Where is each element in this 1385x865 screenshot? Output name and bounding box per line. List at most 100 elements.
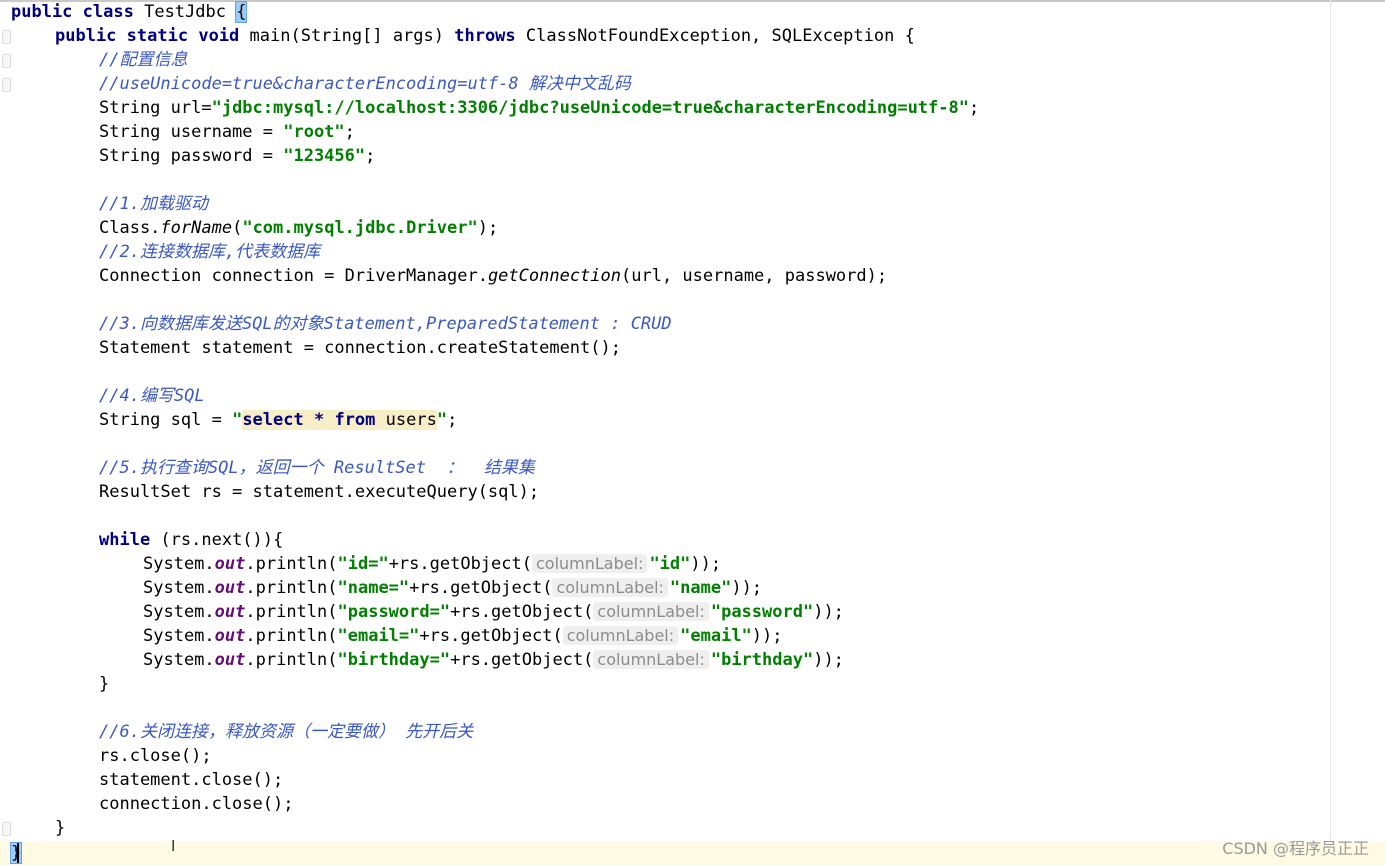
keyword: class <box>82 2 134 22</box>
string-literal: "email=" <box>337 626 420 646</box>
string-literal: "password=" <box>337 602 451 622</box>
code-text: +rs.getObject( <box>450 650 594 670</box>
static-field: out <box>214 626 246 646</box>
method-signature: main(String[] args) <box>239 26 455 46</box>
text-caret <box>17 843 19 863</box>
code-comment: //3.向数据库发送SQL的对象Statement,PreparedStatem… <box>99 314 672 334</box>
code-text: (url, username, password); <box>621 266 888 286</box>
string-literal: "name" <box>669 578 732 598</box>
code-text: (rs.next()){ <box>150 530 284 550</box>
code-line: Class.forName("com.mysql.jdbc.Driver"); <box>99 216 498 240</box>
code-line: Connection connection = DriverManager.ge… <box>99 264 887 288</box>
code-text: ); <box>477 218 499 238</box>
code-text: )); <box>690 554 722 574</box>
class-name: TestJdbc <box>133 2 237 22</box>
code-line: System.out.println("email="+rs.getObject… <box>143 624 783 648</box>
code-text: .println( <box>245 578 338 598</box>
code-line: connection.close(); <box>99 794 294 814</box>
current-line: } <box>0 841 1385 865</box>
fold-marker-icon[interactable] <box>2 78 11 92</box>
mouse-ibeam-cursor-icon: I <box>171 837 176 855</box>
code-text: +rs.getObject( <box>450 602 594 622</box>
code-text: System. <box>143 626 215 646</box>
code-text: Connection connection = DriverManager. <box>99 266 488 286</box>
code-line: rs.close(); <box>99 746 212 766</box>
static-method: getConnection <box>487 266 621 286</box>
code-line: statement.close(); <box>99 770 284 790</box>
code-text: ; <box>447 410 458 430</box>
string-literal: "id" <box>649 554 691 574</box>
code-text: String username = <box>99 122 284 142</box>
static-field: out <box>214 554 246 574</box>
code-text: String url= <box>99 98 212 118</box>
string-literal: "name=" <box>337 578 410 598</box>
code-text: System. <box>143 578 215 598</box>
keyword: public <box>55 26 117 46</box>
static-method: forName <box>160 218 233 238</box>
code-line: while (rs.next()){ <box>99 528 283 552</box>
code-line: String sql = "select * from users"; <box>99 408 457 432</box>
code-text: +rs.getObject( <box>419 626 563 646</box>
watermark: CSDN @程序员正正 <box>1222 839 1369 858</box>
code-line: } <box>55 818 66 838</box>
code-line: Statement statement = connection.createS… <box>99 338 621 358</box>
code-text: System. <box>143 602 215 622</box>
code-line: System.out.println("name="+rs.getObject(… <box>143 576 762 600</box>
code-line: ResultSet rs = statement.executeQuery(sq… <box>99 482 540 502</box>
code-comment: //5.执行查询SQL，返回一个 ResultSet ： 结果集 <box>99 458 535 478</box>
code-text: )); <box>751 626 783 646</box>
string-literal: "email" <box>680 626 752 646</box>
code-text: String sql = <box>99 410 233 430</box>
code-line: System.out.println("id="+rs.getObject(co… <box>143 552 721 576</box>
code-text: .println( <box>245 626 338 646</box>
fold-marker-icon[interactable] <box>2 822 11 836</box>
code-text: +rs.getObject( <box>409 578 553 598</box>
parameter-hint: columnLabel: <box>593 650 709 669</box>
code-line: String username = "root"; <box>99 120 355 144</box>
code-comment: //useUnicode=true&characterEncoding=utf-… <box>99 74 631 94</box>
code-comment: //1.加载驱动 <box>99 194 208 214</box>
code-text: .println( <box>245 650 338 670</box>
fold-marker-icon[interactable] <box>2 54 11 68</box>
fold-marker-icon[interactable] <box>2 30 11 44</box>
code-comment: //配置信息 <box>99 50 188 70</box>
parameter-hint: columnLabel: <box>562 626 679 645</box>
code-text: ; <box>968 98 980 118</box>
code-line: String url="jdbc:mysql://localhost:3306/… <box>99 96 979 120</box>
string-literal: "id=" <box>337 554 389 574</box>
string-literal: "birthday" <box>710 650 814 670</box>
string-literal: "jdbc:mysql://localhost:3306/jdbc?useUni… <box>211 98 969 118</box>
code-comment: //4.编写SQL <box>99 386 205 406</box>
code-text: ; <box>365 146 376 166</box>
sql-text: * <box>303 410 335 430</box>
code-line: public class TestJdbc { <box>11 0 248 24</box>
code-text: System. <box>143 650 215 670</box>
matched-brace: { <box>235 1 248 23</box>
code-text: +rs.getObject( <box>388 554 532 574</box>
code-text: Class. <box>99 218 161 238</box>
string-quote: " <box>436 410 448 430</box>
parameter-hint: columnLabel: <box>531 554 648 573</box>
sql-highlight: select * from users <box>242 410 437 430</box>
keyword: public <box>11 2 73 22</box>
string-literal: "root" <box>283 122 345 142</box>
sql-keyword: select <box>242 410 304 430</box>
static-field: out <box>214 578 246 598</box>
code-line: System.out.println("birthday="+rs.getObj… <box>143 648 844 672</box>
parameter-hint: columnLabel: <box>593 602 709 621</box>
code-text: String password = <box>99 146 284 166</box>
code-line: System.out.println("password="+rs.getObj… <box>143 600 844 624</box>
string-literal: "123456" <box>283 146 366 166</box>
keyword: while <box>99 530 151 550</box>
code-text: ; <box>344 122 355 142</box>
parameter-hint: columnLabel: <box>552 578 668 597</box>
code-text: ( <box>232 218 243 238</box>
string-literal: "com.mysql.jdbc.Driver" <box>242 218 478 238</box>
code-comment: //6.关闭连接，释放资源（一定要做） 先开后关 <box>99 722 474 742</box>
code-text: )); <box>813 650 844 670</box>
code-line: public static void main(String[] args) t… <box>55 24 915 48</box>
code-text: )); <box>813 602 844 622</box>
code-line: String password = "123456"; <box>99 144 375 168</box>
static-field: out <box>214 602 246 622</box>
code-comment: //2.连接数据库,代表数据库 <box>99 242 321 262</box>
